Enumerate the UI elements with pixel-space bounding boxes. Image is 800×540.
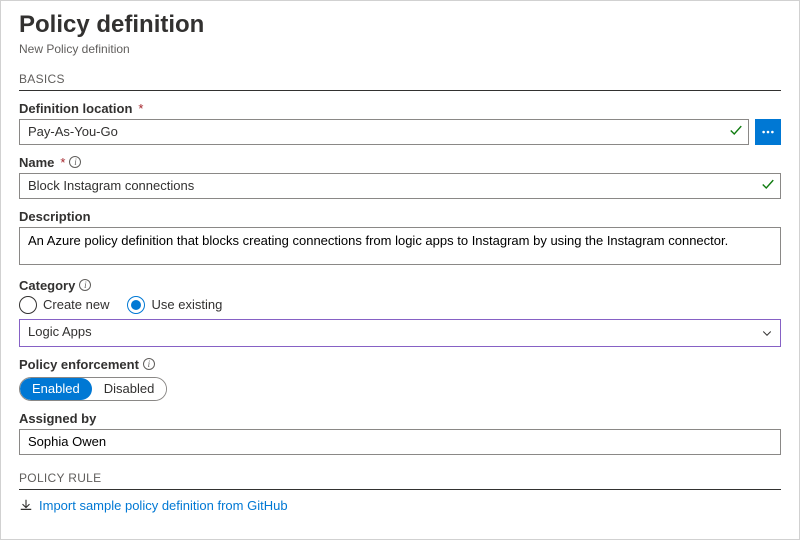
required-indicator: *: [60, 155, 65, 170]
policy-enforcement-label: Policy enforcement: [19, 357, 139, 372]
field-category: Category i Create new Use existing Logic…: [19, 278, 781, 347]
category-label: Category: [19, 278, 75, 293]
page-title: Policy definition: [19, 11, 781, 40]
field-description: Description: [19, 209, 781, 268]
name-input[interactable]: [19, 173, 781, 199]
category-radio-use-existing[interactable]: Use existing: [127, 296, 222, 314]
field-definition-location: Definition location *: [19, 101, 781, 145]
assigned-by-label: Assigned by: [19, 411, 96, 426]
definition-location-browse-button[interactable]: [755, 119, 781, 145]
chevron-down-icon: [761, 327, 773, 339]
field-policy-enforcement: Policy enforcement i Enabled Disabled: [19, 357, 781, 401]
required-indicator: *: [138, 101, 143, 116]
name-label: Name: [19, 155, 54, 170]
section-policy-rule: POLICY RULE: [19, 471, 781, 490]
import-sample-link[interactable]: Import sample policy definition from Git…: [19, 498, 781, 513]
field-assigned-by: Assigned by: [19, 411, 781, 455]
policy-enforcement-toggle[interactable]: Enabled Disabled: [19, 377, 167, 401]
definition-location-label: Definition location: [19, 101, 132, 116]
radio-icon: [19, 296, 37, 314]
category-radio-create-new[interactable]: Create new: [19, 296, 109, 314]
radio-label: Create new: [43, 297, 109, 312]
radio-label: Use existing: [151, 297, 222, 312]
definition-location-input[interactable]: [19, 119, 749, 145]
info-icon[interactable]: i: [69, 156, 81, 168]
field-name: Name * i: [19, 155, 781, 199]
page-subtitle: New Policy definition: [19, 42, 781, 56]
section-basics: BASICS: [19, 72, 781, 91]
radio-icon: [127, 296, 145, 314]
check-icon: [729, 123, 743, 140]
description-textarea[interactable]: [19, 227, 781, 265]
description-label: Description: [19, 209, 91, 224]
assigned-by-input[interactable]: [19, 429, 781, 455]
toggle-enabled[interactable]: Enabled: [20, 378, 92, 400]
check-icon: [761, 177, 775, 194]
info-icon[interactable]: i: [143, 358, 155, 370]
info-icon[interactable]: i: [79, 279, 91, 291]
import-sample-label: Import sample policy definition from Git…: [39, 498, 288, 513]
category-select[interactable]: Logic Apps: [19, 319, 781, 347]
toggle-disabled[interactable]: Disabled: [92, 378, 167, 400]
ellipsis-icon: [761, 125, 775, 139]
download-icon: [19, 498, 33, 512]
